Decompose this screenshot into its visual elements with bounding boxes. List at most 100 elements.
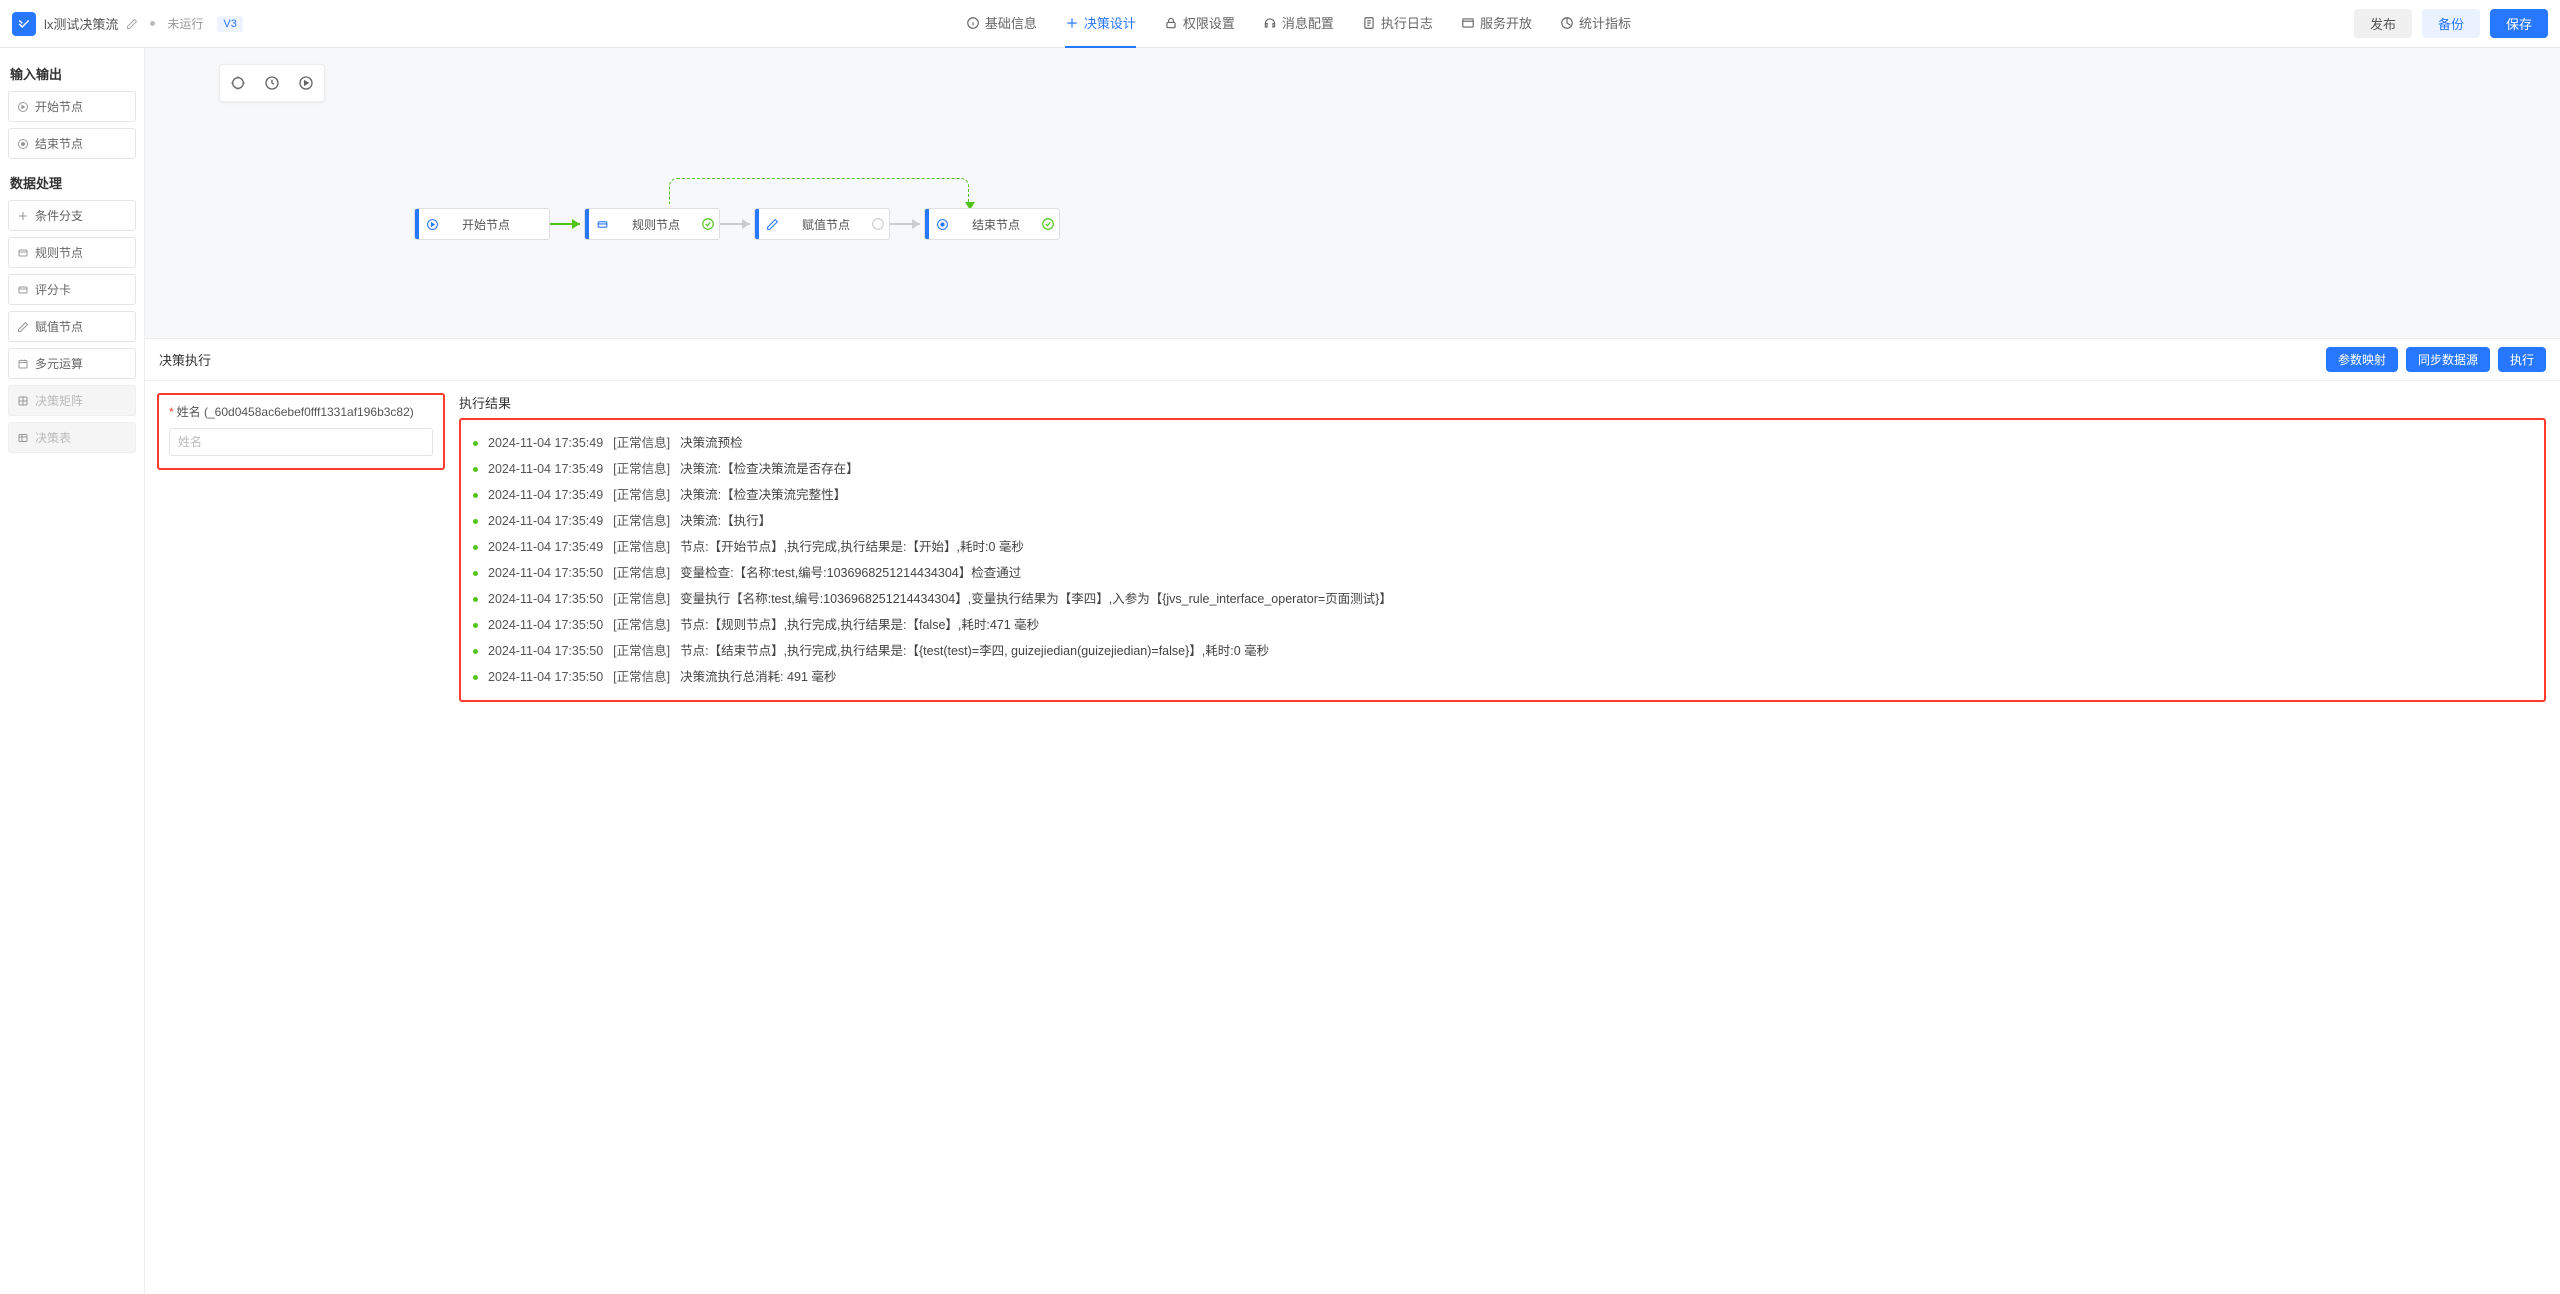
backup-button[interactable]: 备份 bbox=[2422, 9, 2480, 38]
required-asterisk: * bbox=[169, 405, 174, 419]
node-label: 开始节点 bbox=[445, 216, 527, 233]
plus-icon bbox=[1065, 16, 1079, 30]
form-label-text: 姓名 (_60d0458ac6ebef0fff1331af196b3c82) bbox=[177, 405, 414, 419]
node-label: 结束节点 bbox=[955, 216, 1037, 233]
sidebar-item-label: 多元运算 bbox=[35, 355, 83, 372]
log-level: [正常信息] bbox=[613, 537, 670, 557]
calendar-icon bbox=[17, 358, 29, 370]
tab-label: 基础信息 bbox=[985, 13, 1037, 32]
card-icon bbox=[17, 247, 29, 259]
sync-source-button[interactable]: 同步数据源 bbox=[2406, 347, 2490, 372]
edit-icon bbox=[759, 218, 785, 231]
publish-button[interactable]: 发布 bbox=[2354, 9, 2412, 38]
header-left: lx测试决策流 未运行 V3 bbox=[12, 12, 243, 36]
name-input[interactable] bbox=[169, 428, 433, 456]
exec-panel-title: 决策执行 bbox=[159, 350, 211, 369]
sidebar-item-branch[interactable]: 条件分支 bbox=[8, 200, 136, 231]
tab-message[interactable]: 消息配置 bbox=[1263, 0, 1334, 48]
log-dot-icon bbox=[473, 597, 478, 602]
app-title: lx测试决策流 bbox=[44, 14, 118, 33]
exec-body: *姓名 (_60d0458ac6ebef0fff1331af196b3c82) … bbox=[145, 381, 2560, 1294]
log-message: 节点:【规则节点】,执行完成,执行结果是:【false】,耗时:471 毫秒 bbox=[680, 615, 1039, 635]
sidebar-item-start-node[interactable]: 开始节点 bbox=[8, 91, 136, 122]
tab-stats[interactable]: 统计指标 bbox=[1560, 0, 1631, 48]
sidebar-item-assign[interactable]: 赋值节点 bbox=[8, 311, 136, 342]
log-dot-icon bbox=[473, 519, 478, 524]
flow-canvas: 开始节点 规则节点 赋值节点 bbox=[219, 58, 2546, 328]
log-row: 2024-11-04 17:35:49[正常信息]决策流:【检查决策流完整性】 bbox=[473, 482, 2532, 508]
sidebar: 输入输出 开始节点 结束节点 数据处理 条件分支 规则节点 评分卡 赋值节点 bbox=[0, 48, 145, 1294]
sidebar-item-label: 评分卡 bbox=[35, 281, 71, 298]
run-button[interactable]: 执行 bbox=[2498, 347, 2546, 372]
log-row: 2024-11-04 17:35:50[正常信息]变量执行【名称:test,编号… bbox=[473, 586, 2532, 612]
sidebar-item-label: 开始节点 bbox=[35, 98, 83, 115]
log-message: 决策流:【检查决策流完整性】 bbox=[680, 485, 846, 505]
tab-label: 决策设计 bbox=[1084, 13, 1136, 32]
flow-node-rule[interactable]: 规则节点 bbox=[584, 208, 720, 240]
tab-exec-log[interactable]: 执行日志 bbox=[1362, 0, 1433, 48]
exec-form-column: *姓名 (_60d0458ac6ebef0fff1331af196b3c82) bbox=[145, 381, 445, 1294]
log-message: 决策流:【执行】 bbox=[680, 511, 771, 531]
sidebar-item-compute[interactable]: 多元运算 bbox=[8, 348, 136, 379]
header-tabs: 基础信息 决策设计 权限设置 消息配置 执行日志 服务开放 统计指标 bbox=[243, 0, 2354, 48]
log-message: 变量检查:【名称:test,编号:1036968251214434304】检查通… bbox=[680, 563, 1021, 583]
result-log-box: 2024-11-04 17:35:49[正常信息]决策流预检2024-11-04… bbox=[459, 418, 2546, 702]
flow-node-end[interactable]: 结束节点 bbox=[924, 208, 1060, 240]
tab-decision-design[interactable]: 决策设计 bbox=[1065, 0, 1136, 48]
flow-node-start[interactable]: 开始节点 bbox=[414, 208, 550, 240]
app-logo-icon bbox=[12, 12, 36, 36]
log-message: 决策流执行总消耗: 491 毫秒 bbox=[680, 667, 836, 687]
log-row: 2024-11-04 17:35:50[正常信息]节点:【规则节点】,执行完成,… bbox=[473, 612, 2532, 638]
log-time: 2024-11-04 17:35:50 bbox=[488, 615, 603, 635]
sidebar-item-label: 条件分支 bbox=[35, 207, 83, 224]
edit-title-icon[interactable] bbox=[126, 18, 138, 30]
tab-label: 统计指标 bbox=[1579, 13, 1631, 32]
edit-icon bbox=[17, 321, 29, 333]
sidebar-item-rule[interactable]: 规则节点 bbox=[8, 237, 136, 268]
tab-permission[interactable]: 权限设置 bbox=[1164, 0, 1235, 48]
table-icon bbox=[17, 432, 29, 444]
stop-icon bbox=[929, 218, 955, 231]
log-dot-icon bbox=[473, 649, 478, 654]
check-circle-icon bbox=[697, 217, 719, 231]
stop-circle-icon bbox=[17, 138, 29, 150]
log-dot-icon bbox=[473, 545, 478, 550]
log-dot-icon bbox=[473, 467, 478, 472]
chart-icon bbox=[1560, 16, 1574, 30]
log-row: 2024-11-04 17:35:49[正常信息]节点:【开始节点】,执行完成,… bbox=[473, 534, 2532, 560]
sidebar-item-scorecard[interactable]: 评分卡 bbox=[8, 274, 136, 305]
tab-service[interactable]: 服务开放 bbox=[1461, 0, 1532, 48]
result-title: 执行结果 bbox=[459, 393, 2546, 412]
log-row: 2024-11-04 17:35:49[正常信息]决策流:【检查决策流是否存在】 bbox=[473, 456, 2532, 482]
canvas-area[interactable]: 开始节点 规则节点 赋值节点 bbox=[145, 48, 2560, 338]
flow-dashed-connector bbox=[669, 178, 969, 204]
log-time: 2024-11-04 17:35:49 bbox=[488, 511, 603, 531]
exec-header: 决策执行 参数映射 同步数据源 执行 bbox=[145, 339, 2560, 381]
sidebar-item-label: 决策矩阵 bbox=[35, 392, 83, 409]
log-message: 决策流预检 bbox=[680, 433, 743, 453]
log-message: 变量执行【名称:test,编号:1036968251214434304】,变量执… bbox=[680, 589, 1392, 609]
log-dot-icon bbox=[473, 623, 478, 628]
version-badge: V3 bbox=[217, 16, 242, 32]
header-bar: lx测试决策流 未运行 V3 基础信息 决策设计 权限设置 消息配置 执行日志 bbox=[0, 0, 2560, 48]
info-icon bbox=[966, 16, 980, 30]
save-button[interactable]: 保存 bbox=[2490, 9, 2548, 38]
arrow-head-icon bbox=[912, 219, 920, 229]
log-time: 2024-11-04 17:35:49 bbox=[488, 459, 603, 479]
play-circle-icon bbox=[17, 101, 29, 113]
param-map-button[interactable]: 参数映射 bbox=[2326, 347, 2398, 372]
tab-label: 服务开放 bbox=[1480, 13, 1532, 32]
log-message: 决策流:【检查决策流是否存在】 bbox=[680, 459, 858, 479]
sidebar-item-end-node[interactable]: 结束节点 bbox=[8, 128, 136, 159]
grid-icon bbox=[17, 395, 29, 407]
flow-node-assign[interactable]: 赋值节点 bbox=[754, 208, 890, 240]
log-level: [正常信息] bbox=[613, 667, 670, 687]
log-level: [正常信息] bbox=[613, 511, 670, 531]
tab-basic-info[interactable]: 基础信息 bbox=[966, 0, 1037, 48]
flow-arrow bbox=[720, 223, 750, 225]
log-row: 2024-11-04 17:35:50 [正常信息] 变量检查:【名称:test,编… bbox=[473, 560, 2532, 586]
log-level: [正常信息] bbox=[613, 563, 670, 583]
log-row: 2024-11-04 17:35:49[正常信息]决策流预检 bbox=[473, 430, 2532, 456]
play-icon bbox=[419, 218, 445, 231]
log-time: 2024-11-04 17:35:50 bbox=[488, 563, 603, 583]
